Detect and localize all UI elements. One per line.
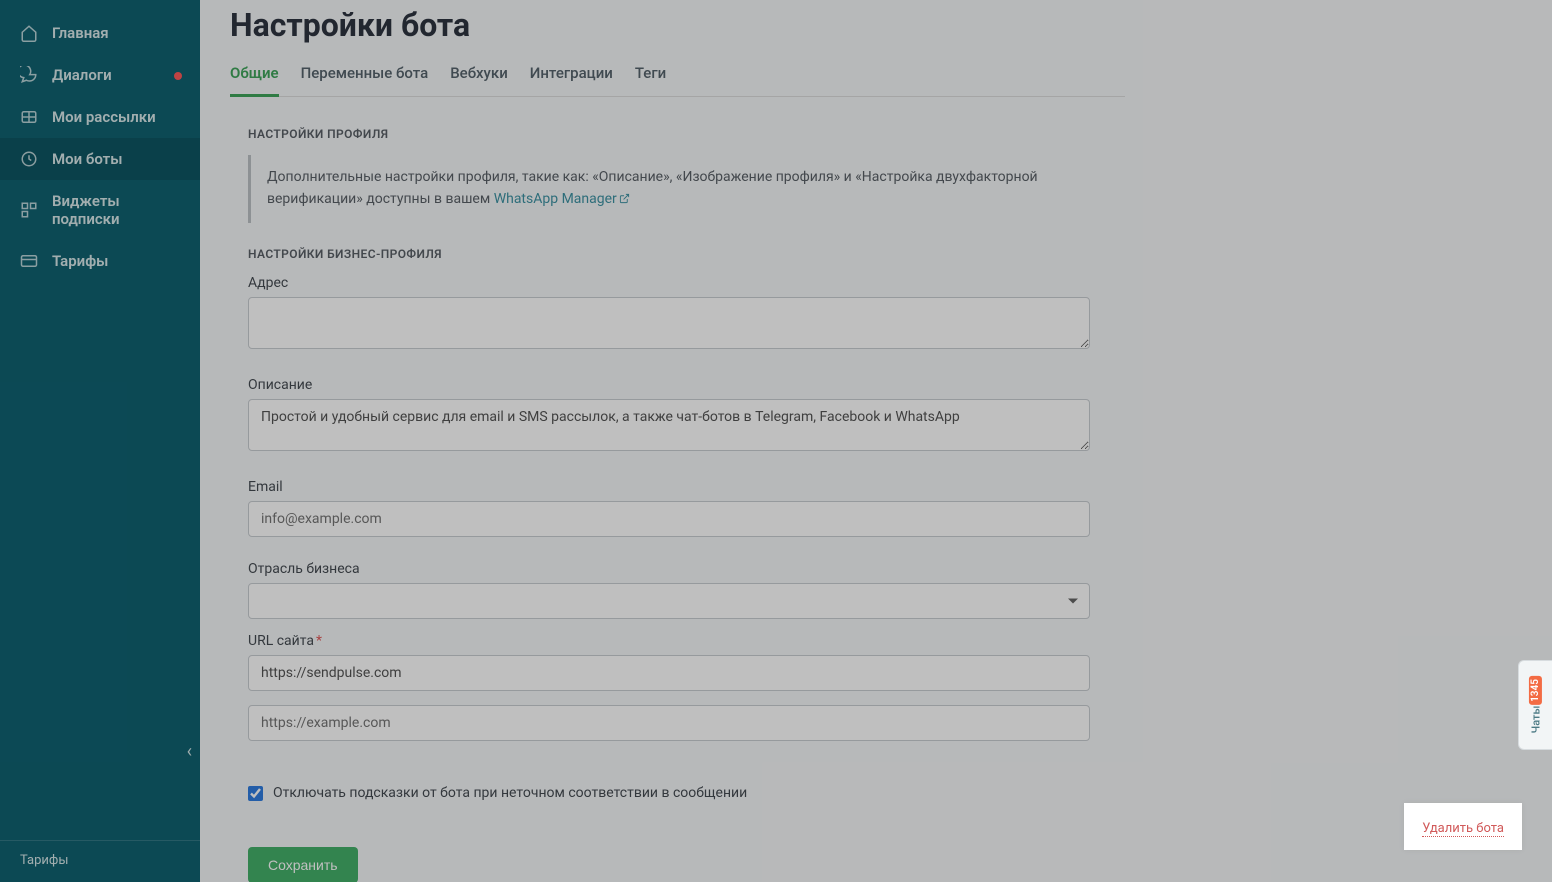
delete-bot-container: Удалить бота (1404, 803, 1522, 850)
card-icon (20, 252, 38, 270)
email-input[interactable] (248, 501, 1090, 537)
description-label: Описание (248, 377, 1090, 393)
info-box: Дополнительные настройки профиля, такие … (248, 155, 1090, 223)
sidebar-footer-label: Тарифы (20, 853, 68, 868)
disable-hints-checkbox-row[interactable]: Отключать подсказки от бота при неточном… (248, 785, 1090, 801)
sidebar-item-label: Мои боты (52, 150, 122, 168)
tab-general[interactable]: Общие (230, 54, 279, 97)
form-area: НАСТРОЙКИ ПРОФИЛЯ Дополнительные настрой… (230, 97, 1108, 882)
widget-icon (20, 201, 38, 219)
main-content: Настройки бота Общие Переменные бота Веб… (200, 0, 1552, 882)
notification-dot-icon (174, 72, 182, 80)
tab-tags[interactable]: Теги (635, 54, 666, 97)
description-input[interactable] (248, 399, 1090, 451)
send-icon (20, 108, 38, 126)
sidebar-item-pricing[interactable]: Тарифы (0, 240, 200, 282)
section-business-header: НАСТРОЙКИ БИЗНЕС-ПРОФИЛЯ (248, 247, 1090, 261)
sidebar-item-label: Виджеты подписки (52, 192, 180, 228)
sidebar-item-dialogs[interactable]: Диалоги (0, 54, 200, 96)
email-label: Email (248, 479, 1090, 495)
required-indicator: * (316, 633, 322, 649)
sidebar-item-label: Тарифы (52, 252, 108, 270)
address-label: Адрес (248, 275, 1090, 291)
tab-variables[interactable]: Переменные бота (301, 54, 429, 97)
sidebar-item-label: Диалоги (52, 66, 112, 84)
url-input-2[interactable] (248, 705, 1090, 741)
sidebar-menu: Главная Диалоги Мои рассылки Мои боты (0, 0, 200, 882)
chat-icon (20, 66, 38, 84)
whatsapp-manager-link[interactable]: WhatsApp Manager (494, 191, 630, 207)
chat-widget[interactable]: 1345 Чаты (1518, 660, 1552, 750)
chat-widget-label: Чаты (1529, 706, 1542, 734)
sidebar: Главная Диалоги Мои рассылки Мои боты (0, 0, 200, 882)
form-footer: Сохранить (248, 847, 1090, 882)
delete-bot-link[interactable]: Удалить бота (1422, 821, 1504, 837)
sidebar-footer[interactable]: Тарифы (0, 840, 200, 882)
sidebar-item-home[interactable]: Главная (0, 12, 200, 54)
page-title: Настройки бота (230, 0, 1156, 54)
chevron-left-icon: ‹ (187, 741, 192, 762)
sidebar-item-label: Главная (52, 24, 109, 42)
industry-label: Отрасль бизнеса (248, 561, 1090, 577)
sidebar-collapse-button[interactable]: ‹ (187, 741, 192, 762)
disable-hints-checkbox[interactable] (248, 786, 263, 801)
industry-select[interactable] (248, 583, 1090, 619)
url-label: URL сайта* (248, 633, 1090, 649)
disable-hints-label: Отключать подсказки от бота при неточном… (273, 785, 747, 801)
tab-webhooks[interactable]: Вебхуки (450, 54, 508, 97)
tabs: Общие Переменные бота Вебхуки Интеграции… (230, 54, 1125, 97)
address-input[interactable] (248, 297, 1090, 349)
sidebar-item-widgets[interactable]: Виджеты подписки (0, 180, 200, 240)
home-icon (20, 24, 38, 42)
external-link-icon (619, 190, 630, 212)
sidebar-item-campaigns[interactable]: Мои рассылки (0, 96, 200, 138)
chat-count-badge: 1345 (1529, 676, 1542, 705)
info-text: Дополнительные настройки профиля, такие … (267, 169, 1038, 207)
sidebar-item-label: Мои рассылки (52, 108, 156, 126)
tab-integrations[interactable]: Интеграции (530, 54, 613, 97)
clock-icon (20, 150, 38, 168)
sidebar-item-bots[interactable]: Мои боты (0, 138, 200, 180)
section-profile-header: НАСТРОЙКИ ПРОФИЛЯ (248, 127, 1090, 141)
url-input[interactable] (248, 655, 1090, 691)
save-button[interactable]: Сохранить (248, 847, 358, 882)
